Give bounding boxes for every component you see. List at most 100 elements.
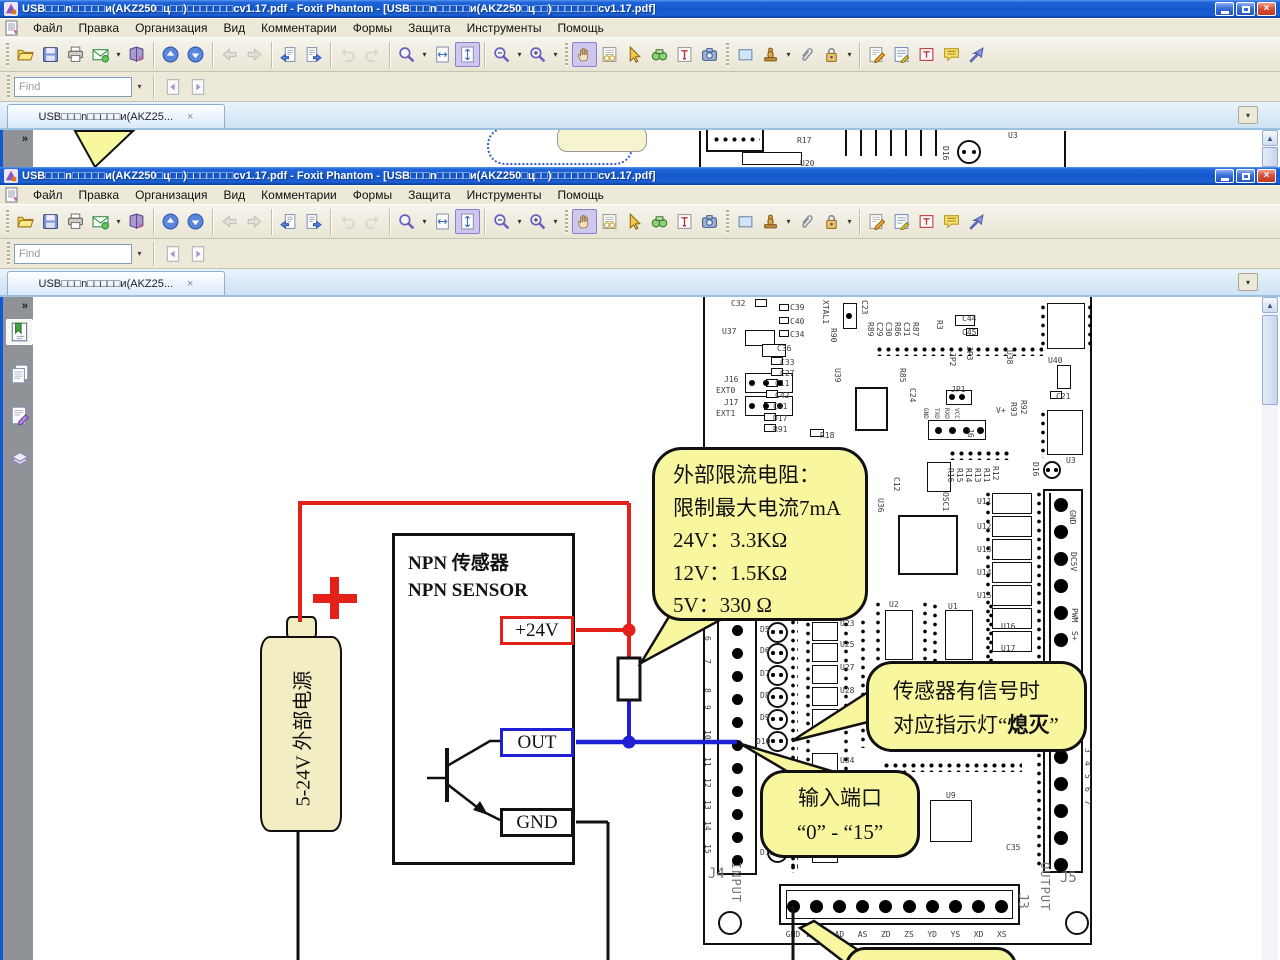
menu-item[interactable]: Правка <box>71 186 128 204</box>
exportpages-button[interactable] <box>301 42 326 67</box>
zoomin-button[interactable] <box>525 42 550 67</box>
menu-item[interactable]: Комментарии <box>253 19 345 37</box>
fitpage-button[interactable] <box>455 209 480 234</box>
editform-button[interactable] <box>889 209 914 234</box>
print-button[interactable] <box>63 42 88 67</box>
menu-item[interactable]: Формы <box>345 19 400 37</box>
tab-list-dropdown[interactable]: ▾ <box>1238 273 1258 291</box>
find-previous-button[interactable] <box>160 74 185 99</box>
scrollbar-thumb[interactable] <box>1262 315 1278 405</box>
menu-item[interactable]: Файл <box>25 19 71 37</box>
menu-item[interactable]: Защита <box>400 186 459 204</box>
editform-button[interactable] <box>889 42 914 67</box>
redo-button[interactable] <box>360 42 385 67</box>
prevview-button[interactable] <box>217 209 242 234</box>
lock-button[interactable] <box>819 209 844 234</box>
vertical-scrollbar[interactable]: ▲ <box>1262 297 1278 960</box>
linkrect-button[interactable] <box>733 42 758 67</box>
menu-item[interactable]: Организация <box>127 19 215 37</box>
linkrect-button[interactable] <box>733 209 758 234</box>
page-view[interactable]: » C32 C39 C40 C34 U37 C36 C33 C27 J16 EXT0 C11 C42 J… <box>0 297 1280 960</box>
menu-item[interactable]: Правка <box>71 19 128 37</box>
selecttext-button[interactable] <box>672 209 697 234</box>
dropdown-arrow-icon[interactable]: ▾ <box>419 209 430 234</box>
comment-button[interactable] <box>939 42 964 67</box>
menu-item[interactable]: Формы <box>345 186 400 204</box>
textbox-button[interactable] <box>914 42 939 67</box>
comment-button[interactable] <box>939 209 964 234</box>
title-bar[interactable]: USB□□□n□□□□□и(AKZ250□ц□□)□□□□□□□cv1.17.p… <box>0 0 1280 18</box>
zoomin-button[interactable] <box>525 209 550 234</box>
zoomout-button[interactable] <box>489 209 514 234</box>
page-view-top[interactable]: » R17 U3 D16 U20 ▲ <box>0 130 1280 167</box>
navdown-button[interactable] <box>183 42 208 67</box>
document-tab[interactable]: USB□□□n□□□□□и(AKZ25... × <box>7 271 225 295</box>
title-bar[interactable]: USB□□□n□□□□□и(AKZ250□ц□□)□□□□□□□cv1.17.p… <box>0 167 1280 185</box>
dropdown-arrow-icon[interactable]: ▾ <box>113 42 124 67</box>
fitwidth-button[interactable] <box>430 42 455 67</box>
fitpage-button[interactable] <box>455 42 480 67</box>
menu-item[interactable]: Помощь <box>549 19 611 37</box>
zoomtool-button[interactable] <box>394 42 419 67</box>
sidebar-expand-icon[interactable]: » <box>22 134 28 145</box>
hand-button[interactable] <box>572 42 597 67</box>
sidebar-panel-bookmarks[interactable] <box>6 319 33 345</box>
fitwidth-button[interactable] <box>430 209 455 234</box>
lock-button[interactable] <box>819 42 844 67</box>
dropdown-arrow-icon[interactable]: ▾ <box>514 42 525 67</box>
snapshot-button[interactable] <box>697 42 722 67</box>
zoomout-button[interactable] <box>489 42 514 67</box>
organize-button[interactable] <box>124 209 149 234</box>
sidebar-panel-comments[interactable] <box>6 403 33 429</box>
redo-button[interactable] <box>360 209 385 234</box>
scrollbar-thumb[interactable] <box>1262 147 1278 167</box>
sidebar-expand-icon[interactable]: » <box>22 301 28 312</box>
vertical-scrollbar[interactable]: ▲ <box>1262 130 1278 167</box>
snapshot-button[interactable] <box>697 209 722 234</box>
restore-button[interactable] <box>1236 169 1255 183</box>
attachfile-button[interactable] <box>794 209 819 234</box>
menu-item[interactable]: Инструменты <box>459 19 550 37</box>
reader-button[interactable] <box>597 42 622 67</box>
textbox-button[interactable] <box>914 209 939 234</box>
menu-item[interactable]: Файл <box>25 186 71 204</box>
sharearrow-button[interactable] <box>964 42 989 67</box>
tab-list-dropdown[interactable]: ▾ <box>1238 106 1258 124</box>
email-button[interactable] <box>88 209 113 234</box>
menu-item[interactable]: Вид <box>215 186 253 204</box>
dropdown-arrow-icon[interactable]: ▾ <box>113 209 124 234</box>
document-tab[interactable]: USB□□□n□□□□□и(AKZ25... × <box>7 104 225 128</box>
scroll-up-button[interactable]: ▲ <box>1262 130 1278 146</box>
nextview-button[interactable] <box>242 42 267 67</box>
find-next-button[interactable] <box>185 74 210 99</box>
dropdown-arrow-icon[interactable]: ▾ <box>550 209 561 234</box>
sharearrow-button[interactable] <box>964 209 989 234</box>
sidebar-panel-pages[interactable] <box>6 361 33 387</box>
search-input[interactable]: Find <box>14 243 132 264</box>
dropdown-arrow-icon[interactable]: ▾ <box>419 42 430 67</box>
nextview-button[interactable] <box>242 209 267 234</box>
open-button[interactable] <box>13 42 38 67</box>
importpages-button[interactable] <box>276 42 301 67</box>
undo-button[interactable] <box>335 209 360 234</box>
stamp-button[interactable] <box>758 209 783 234</box>
open-button[interactable] <box>13 209 38 234</box>
dropdown-arrow-icon[interactable]: ▾ <box>783 209 794 234</box>
dropdown-arrow-icon[interactable]: ▾ <box>783 42 794 67</box>
email-button[interactable] <box>88 42 113 67</box>
menu-item[interactable]: Инструменты <box>459 186 550 204</box>
dropdown-arrow-icon[interactable]: ▾ <box>844 209 855 234</box>
importpages-button[interactable] <box>276 209 301 234</box>
find-options-dropdown[interactable]: ▾ <box>132 77 147 97</box>
dropdown-arrow-icon[interactable]: ▾ <box>550 42 561 67</box>
search-input[interactable]: Find <box>14 76 132 97</box>
menu-item[interactable]: Помощь <box>549 186 611 204</box>
tab-close-icon[interactable]: × <box>187 278 193 290</box>
menu-item[interactable]: Защита <box>400 19 459 37</box>
select-button[interactable] <box>622 209 647 234</box>
navdown-button[interactable] <box>183 209 208 234</box>
stamp-button[interactable] <box>758 42 783 67</box>
hand-button[interactable] <box>572 209 597 234</box>
tab-close-icon[interactable]: × <box>187 111 193 123</box>
restore-button[interactable] <box>1236 2 1255 16</box>
